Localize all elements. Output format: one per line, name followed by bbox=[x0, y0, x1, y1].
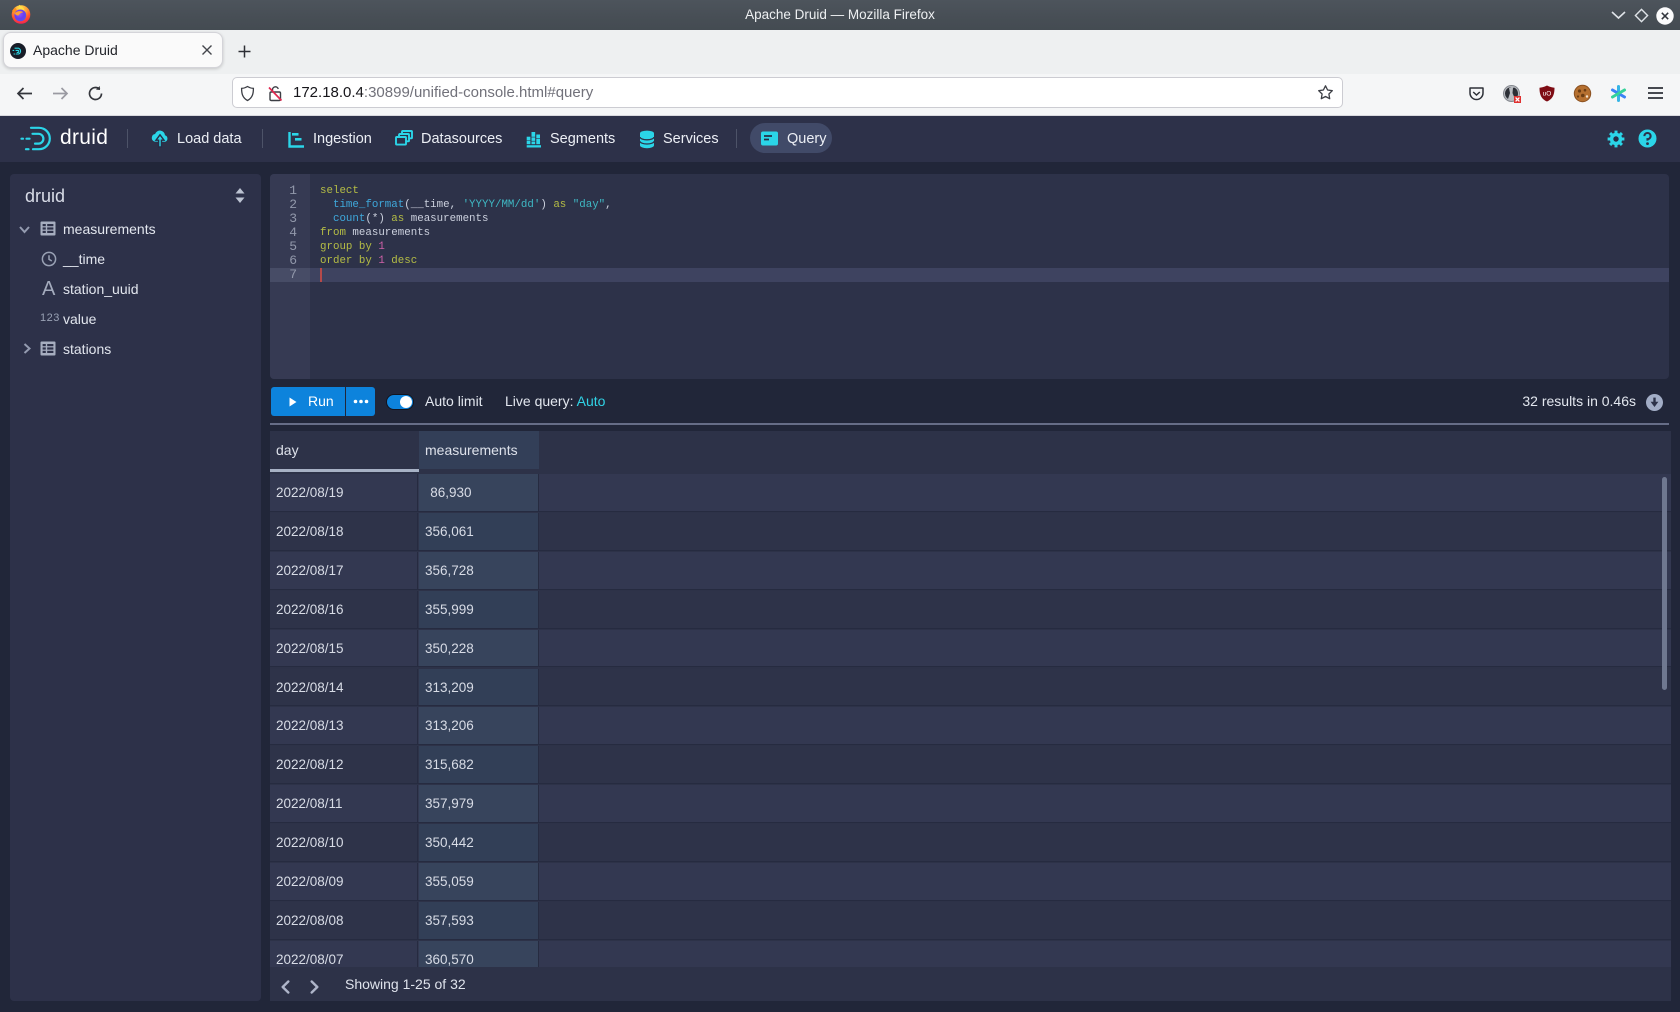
svg-text:uO: uO bbox=[1543, 91, 1552, 98]
